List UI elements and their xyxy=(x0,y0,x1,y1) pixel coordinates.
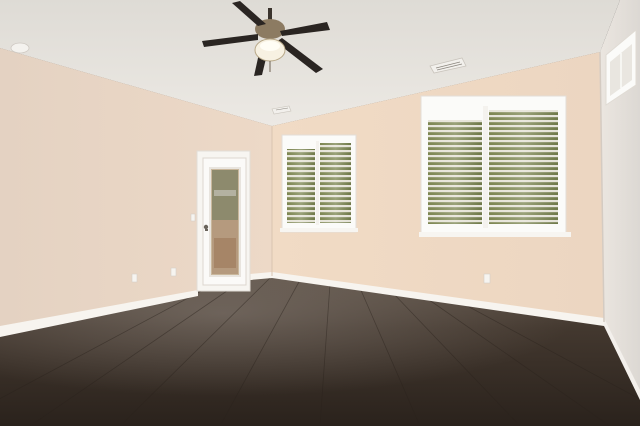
door-handle xyxy=(203,224,209,230)
room-illustration xyxy=(0,0,640,426)
smoke-detector xyxy=(10,42,30,54)
outlet-3 xyxy=(483,273,491,284)
wall-switch xyxy=(190,213,196,222)
patio-door xyxy=(196,150,251,292)
window-right xyxy=(419,95,571,237)
window-middle xyxy=(280,134,358,233)
room-photo xyxy=(0,0,640,426)
outlet-2 xyxy=(170,267,177,277)
outlet-1 xyxy=(131,273,138,283)
